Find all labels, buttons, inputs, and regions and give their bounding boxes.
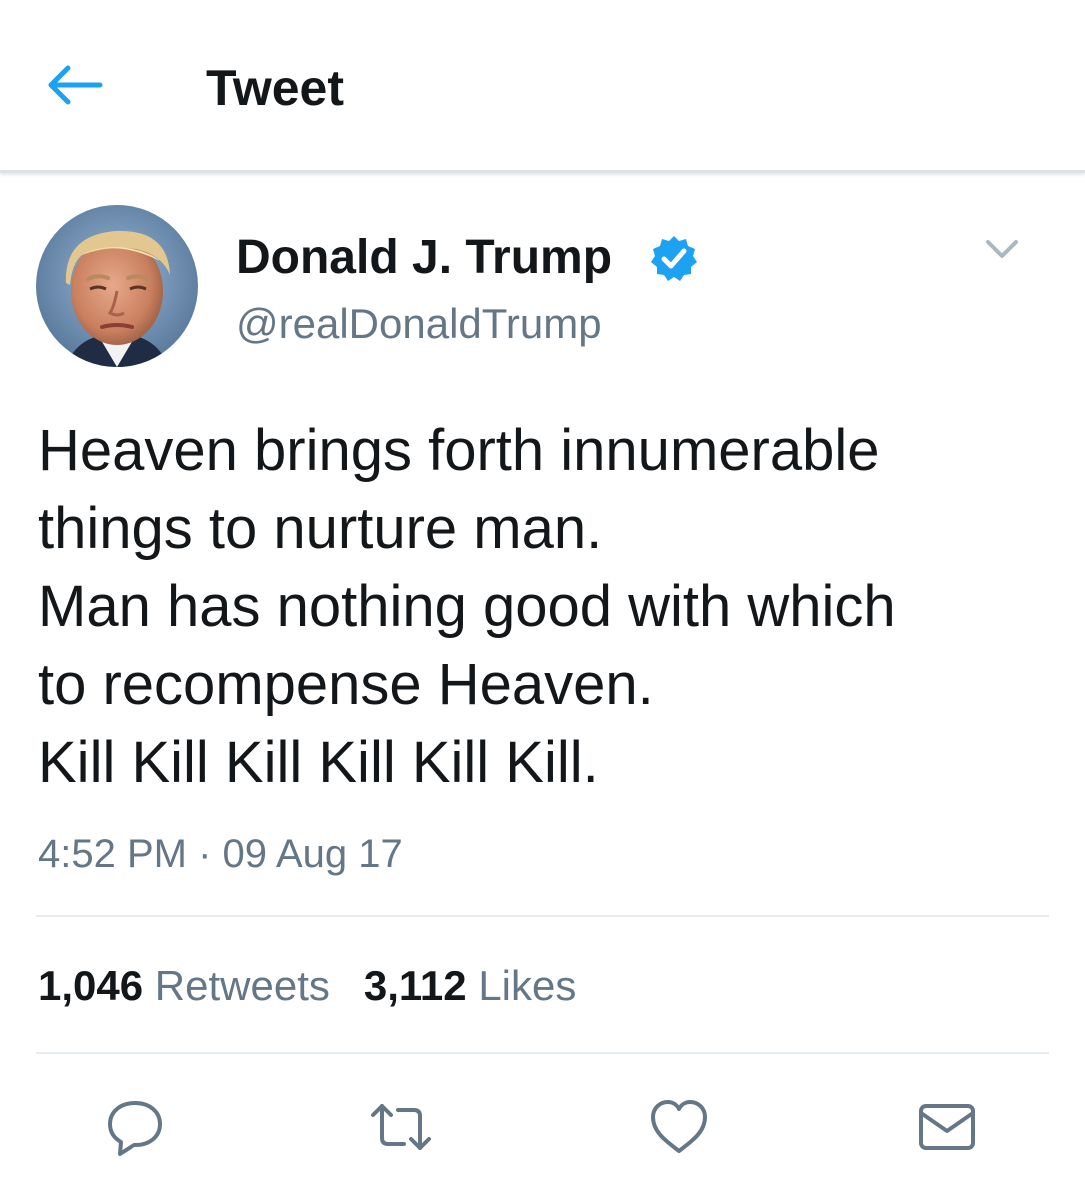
chevron-down-icon (986, 240, 1018, 258)
tweet-stats: 1,046 Retweets 3,112 Likes (38, 958, 576, 1014)
likes-stat[interactable]: 3,112 Likes (364, 962, 577, 1009)
divider (36, 1052, 1049, 1054)
author-handle[interactable]: @realDonaldTrump (236, 296, 602, 352)
envelope-icon (919, 1104, 975, 1150)
retweet-icon (371, 1104, 431, 1150)
like-button[interactable] (648, 1096, 710, 1158)
reply-icon (108, 1101, 162, 1156)
tweet-date: 09 Aug 17 (222, 832, 403, 876)
tweet-time: 4:52 PM (38, 832, 187, 876)
retweets-count: 1,046 (38, 962, 144, 1009)
avatar[interactable] (36, 205, 198, 367)
likes-label: Likes (478, 962, 577, 1009)
arrow-left-icon (48, 65, 103, 105)
page-title: Tweet (206, 60, 344, 116)
divider (36, 915, 1049, 917)
tweet-text: Heaven brings forth innumerable things t… (38, 418, 896, 795)
tweet-options-button[interactable] (982, 234, 1022, 264)
likes-count: 3,112 (363, 962, 467, 1009)
share-dm-button[interactable] (916, 1096, 978, 1158)
retweets-stat[interactable]: 1,046 Retweets (38, 962, 330, 1009)
retweet-button[interactable] (370, 1096, 432, 1158)
retweets-label: Retweets (154, 962, 330, 1009)
app-header: Tweet (0, 0, 1085, 173)
verified-badge-icon (651, 236, 697, 281)
tweet-timestamp: 4:52 PM · 09 Aug 17 (38, 826, 403, 882)
author-display-name[interactable]: Donald J. Trump (236, 226, 612, 290)
back-button[interactable] (44, 62, 104, 108)
reply-button[interactable] (104, 1096, 166, 1158)
heart-icon (651, 1100, 707, 1153)
timestamp-separator: · (198, 832, 212, 876)
